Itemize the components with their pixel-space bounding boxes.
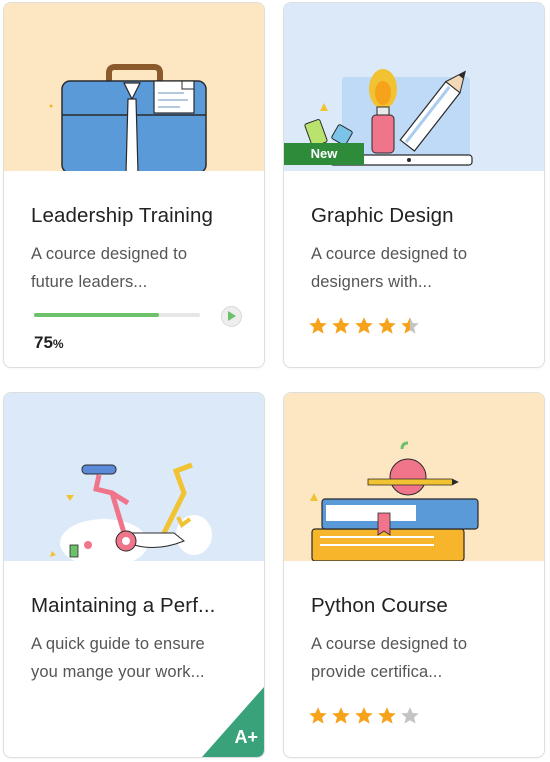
new-badge: New <box>284 143 364 165</box>
description-line: A quick guide to ensure <box>31 635 205 653</box>
course-card-leadership-training[interactable]: Leadership Training A cource designed to… <box>3 2 265 368</box>
course-image <box>4 393 264 561</box>
star-rating <box>308 316 423 336</box>
description-line: A cource designed to <box>31 245 188 263</box>
course-image <box>284 393 544 561</box>
progress-bar <box>34 313 200 317</box>
course-title[interactable]: Maintaining a Perf... <box>31 594 248 618</box>
course-card-maintaining[interactable]: Maintaining a Perf... A quick guide to e… <box>3 392 265 758</box>
star-filled-icon <box>332 707 350 724</box>
star-filled-icon <box>309 317 327 334</box>
star-filled-icon <box>332 317 350 334</box>
progress-percentage: 75% <box>34 333 64 353</box>
star-filled-icon <box>355 317 373 334</box>
play-icon <box>228 311 236 321</box>
exercise-bike-illustration <box>50 462 212 561</box>
description-line: future leaders... <box>31 273 148 291</box>
books-apple-illustration <box>310 441 479 561</box>
star-rating <box>308 706 423 726</box>
grade-badge: A+ <box>234 727 258 747</box>
progress-bar-fill <box>34 313 159 317</box>
play-button[interactable] <box>221 306 242 327</box>
course-description: A cource designed to designers with... <box>311 240 526 296</box>
star-half-icon <box>401 317 419 334</box>
description-line: A cource designed to <box>311 245 468 263</box>
star-filled-icon <box>378 317 396 334</box>
course-card-graphic-design[interactable]: New Graphic Design A cource designed to … <box>283 2 545 368</box>
course-title[interactable]: Python Course <box>311 594 528 618</box>
course-image: New <box>284 3 544 171</box>
course-description: A course designed to provide certifica..… <box>311 630 526 686</box>
course-title[interactable]: Leadership Training <box>31 204 248 228</box>
star-empty-icon <box>401 707 419 724</box>
description-line: provide certifica... <box>311 663 443 681</box>
description-line: designers with... <box>311 273 432 291</box>
progress-unit: % <box>52 337 64 351</box>
description-line: you mange your work... <box>31 663 205 681</box>
course-description: A quick guide to ensure you mange your w… <box>31 630 246 686</box>
star-filled-icon <box>309 707 327 724</box>
course-title[interactable]: Graphic Design <box>311 204 528 228</box>
course-card-python-course[interactable]: Python Course A course designed to provi… <box>283 392 545 758</box>
description-line: A course designed to <box>311 635 468 653</box>
course-image <box>4 3 264 171</box>
star-filled-icon <box>378 707 396 724</box>
star-filled-icon <box>355 707 373 724</box>
progress-value: 75 <box>34 333 53 352</box>
briefcase-illustration <box>49 64 207 171</box>
course-description: A cource designed to future leaders... <box>31 240 246 296</box>
